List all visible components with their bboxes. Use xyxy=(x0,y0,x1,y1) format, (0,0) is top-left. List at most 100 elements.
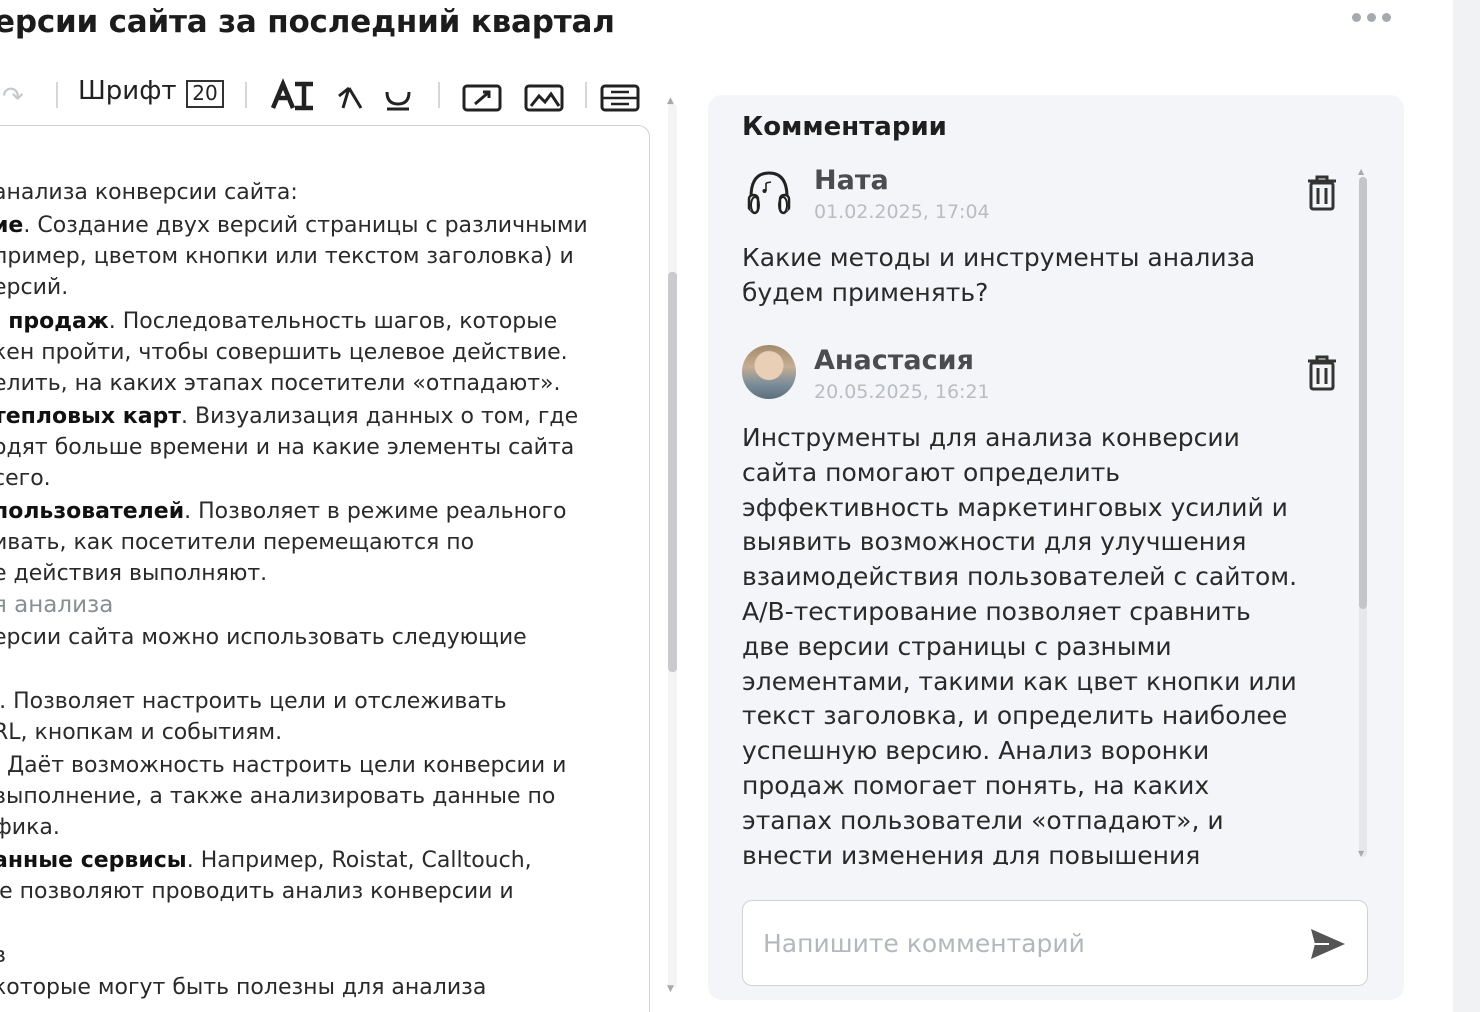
scroll-up-arrow-icon[interactable]: ▲ xyxy=(1358,167,1364,176)
comment-text-line: элементами, такими как цвет кнопки или xyxy=(742,666,1297,696)
text-run: RL, кнопкам и событиям. xyxy=(0,720,283,745)
text-run: . Визуализация данных о том, где xyxy=(181,404,579,429)
editor-line: RL, кнопкам и событиям. xyxy=(0,720,282,745)
text-run: . Даёт возможность настроить цели конвер… xyxy=(0,753,567,778)
comment-input[interactable] xyxy=(763,919,1283,967)
more-options-icon[interactable] xyxy=(1352,10,1396,24)
text-run: . Например, Roistat, Calltouch, xyxy=(186,848,532,873)
insert-table-icon[interactable] xyxy=(598,78,642,112)
bold-text: ı продаж xyxy=(0,309,109,334)
editor-line: пользователей. Позволяет в режиме реальн… xyxy=(0,499,566,524)
comment-text-line: взаимодействия пользователей с сайтом. xyxy=(742,562,1298,592)
document-editor[interactable]: ı анализа конверсии сайта:ие. Создание д… xyxy=(0,125,650,1012)
text-run: ивать, как посетители перемещаются по xyxy=(0,530,475,555)
text-run: сего. xyxy=(0,466,51,491)
editor-line: ıе позволяют проводить анализ конверсии … xyxy=(0,879,514,904)
editor-line: фика. xyxy=(0,815,60,840)
editor-line: тепловых карт. Визуализация данных о том… xyxy=(0,404,578,429)
text-run: которые могут быть полезны для анализа xyxy=(0,975,487,1000)
comment-text: Какие методы и инструменты анализа будем… xyxy=(742,241,1342,311)
text-run: елить, на каких этапах посетители «отпад… xyxy=(0,371,561,396)
scroll-up-arrow-icon[interactable]: ▲ xyxy=(667,96,674,106)
editor-line: анализа конверсии сайта: xyxy=(0,180,298,205)
comment-text-line: сайта помогают определить xyxy=(742,457,1121,487)
insert-image-icon[interactable] xyxy=(522,78,566,112)
comment-date: 01.02.2025, 17:04 xyxy=(814,201,990,223)
scrollbar-thumb[interactable] xyxy=(668,272,677,672)
scroll-down-arrow-icon[interactable]: ▼ xyxy=(1358,849,1364,858)
redo-icon[interactable]: ↷ xyxy=(2,82,24,112)
comment-text-line: текст заголовка, и определить наиболее xyxy=(742,701,1288,731)
editor-toolbar: ↷ Шрифт 20 xyxy=(0,76,660,114)
text-run: ıе позволяют проводить анализ конверсии … xyxy=(0,879,514,904)
headphones-icon xyxy=(743,171,791,218)
toolbar-divider xyxy=(245,82,247,108)
italic-icon[interactable] xyxy=(334,78,366,112)
comment-text-line: эффективность маркетинговых усилий и xyxy=(742,492,1288,522)
text-run: ерсии сайта можно использовать следующие xyxy=(0,625,527,650)
editor-line: которые могут быть полезны для анализа xyxy=(0,975,486,1000)
editor-line: выполнение, а также анализировать данные… xyxy=(0,784,555,809)
text-run: ерсий. xyxy=(0,275,69,300)
font-size-field[interactable]: 20 xyxy=(186,80,224,108)
bold-icon[interactable] xyxy=(268,78,318,112)
editor-line: ерсии сайта можно использовать следующие xyxy=(0,625,527,650)
comment-text: Инструменты для анализа конверсии сайта … xyxy=(742,421,1342,865)
comment-date: 20.05.2025, 16:21 xyxy=(814,381,990,403)
bold-text: анные сервисы xyxy=(0,848,187,873)
editor-line: е действия выполняют. xyxy=(0,561,267,586)
comments-panel: Комментарии Ната 01.02.2025, 17:04 Какие… xyxy=(708,95,1404,1000)
toolbar-divider xyxy=(438,82,440,108)
comment-list[interactable]: Ната 01.02.2025, 17:04 Какие методы и ин… xyxy=(708,165,1348,865)
text-run: кен пройти, чтобы совершить целевое дейс… xyxy=(0,340,568,365)
editor-heading: я анализа xyxy=(0,592,113,618)
scroll-down-arrow-icon[interactable]: ▼ xyxy=(667,984,674,994)
comment-text-line: A/B-тестирование позволяет сравнить xyxy=(742,596,1251,626)
text-run: я анализа xyxy=(0,592,114,618)
editor-line: елить, на каких этапах посетители «отпад… xyxy=(0,371,561,396)
underline-icon[interactable] xyxy=(380,78,416,112)
toolbar-divider xyxy=(585,82,587,108)
right-edge-strip xyxy=(1453,0,1480,1012)
comment-text-line: будем применять? xyxy=(742,277,989,307)
trash-icon[interactable] xyxy=(1306,355,1338,391)
comment-text-line: выявить возможности для улучшения xyxy=(742,527,1247,557)
avatar xyxy=(742,345,796,399)
comment-text-line: Инструменты для анализа конверсии xyxy=(742,423,1240,452)
editor-scrollbar[interactable]: ▲ ▼ xyxy=(664,96,680,1002)
editor-line: сего. xyxy=(0,466,51,491)
editor-line: ие. Создание двух версий страницы с разл… xyxy=(0,213,588,238)
editor-line: ı продаж. Последовательность шагов, кото… xyxy=(0,309,557,334)
editor-line: анные сервисы. Например, Roistat, Callto… xyxy=(0,848,532,873)
comment-text-line: Какие методы и инструменты анализа xyxy=(742,243,1256,272)
comments-scrollbar[interactable]: ▲ ▼ xyxy=(1356,167,1370,867)
bold-text: ие xyxy=(0,213,24,238)
text-run: . Создание двух версий страницы с различ… xyxy=(23,213,588,238)
editor-line: . Даёт возможность настроить цели конвер… xyxy=(0,753,566,778)
editor-line: в xyxy=(0,943,6,968)
text-run: ı. Позволяет настроить цели и отслеживат… xyxy=(0,689,507,714)
send-icon[interactable] xyxy=(1309,927,1347,961)
text-run: выполнение, а также анализировать данные… xyxy=(0,784,556,809)
trash-icon[interactable] xyxy=(1306,175,1338,211)
text-run: одят больше времени и на какие элементы … xyxy=(0,435,575,460)
editor-line: ı. Позволяет настроить цели и отслеживат… xyxy=(0,689,507,714)
insert-link-icon[interactable] xyxy=(460,78,504,112)
page-title: ерсии сайта за последний квартал xyxy=(0,4,615,40)
editor-line: ивать, как посетители перемещаются по xyxy=(0,530,474,555)
comment-text-line: две версии страницы с разными xyxy=(742,631,1172,661)
text-run: фика. xyxy=(0,815,60,840)
text-run: . Позволяет в режиме реального xyxy=(184,499,567,524)
text-run: анализа конверсии сайта: xyxy=(0,180,298,205)
text-run: . Последовательность шагов, которые xyxy=(108,309,558,334)
editor-line: одят больше времени и на какие элементы … xyxy=(0,435,574,460)
text-run: в xyxy=(0,943,6,968)
comment-input-box xyxy=(742,900,1368,986)
scrollbar-thumb[interactable] xyxy=(1359,177,1367,609)
comment-text-line: этапах пользователи «отпадают», и xyxy=(742,805,1224,835)
editor-line: пример, цветом кнопки или текстом заголо… xyxy=(0,244,574,269)
comment-author: Ната xyxy=(814,165,889,196)
comment-author: Анастасия xyxy=(814,345,974,376)
comment-text-line: внести изменения для повышения xyxy=(742,840,1201,865)
toolbar-divider xyxy=(56,82,58,108)
